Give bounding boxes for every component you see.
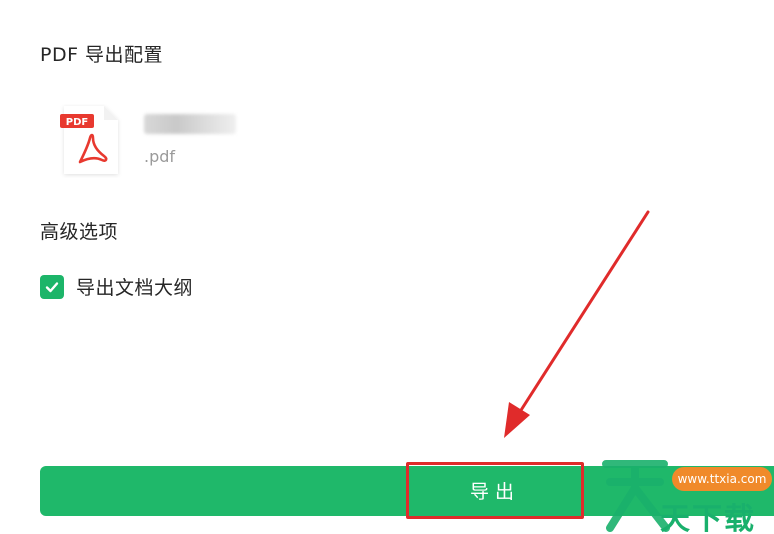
pdf-badge-label: PDF [66,117,88,128]
export-outline-checkbox[interactable] [40,275,64,299]
export-config-title: PDF 导出配置 [40,44,164,66]
check-icon [45,282,59,293]
annotation-arrow-icon [504,210,650,438]
file-name-redacted [144,114,236,134]
watermark-text: 天下载 [660,502,756,534]
export-outline-label[interactable]: 导出文档大纲 [76,273,193,300]
file-extension: .pdf [144,147,176,166]
advanced-options-title: 高级选项 [40,221,119,243]
export-button-label[interactable]: 导出 [406,462,584,519]
pdf-export-panel: PDF 导出配置 PDF .pdf 高级选项 导出文档大纲 导出 www.ttx… [0,0,774,534]
watermark-url: www.ttxia.com [672,467,772,491]
pdf-file-icon: PDF [60,106,118,174]
